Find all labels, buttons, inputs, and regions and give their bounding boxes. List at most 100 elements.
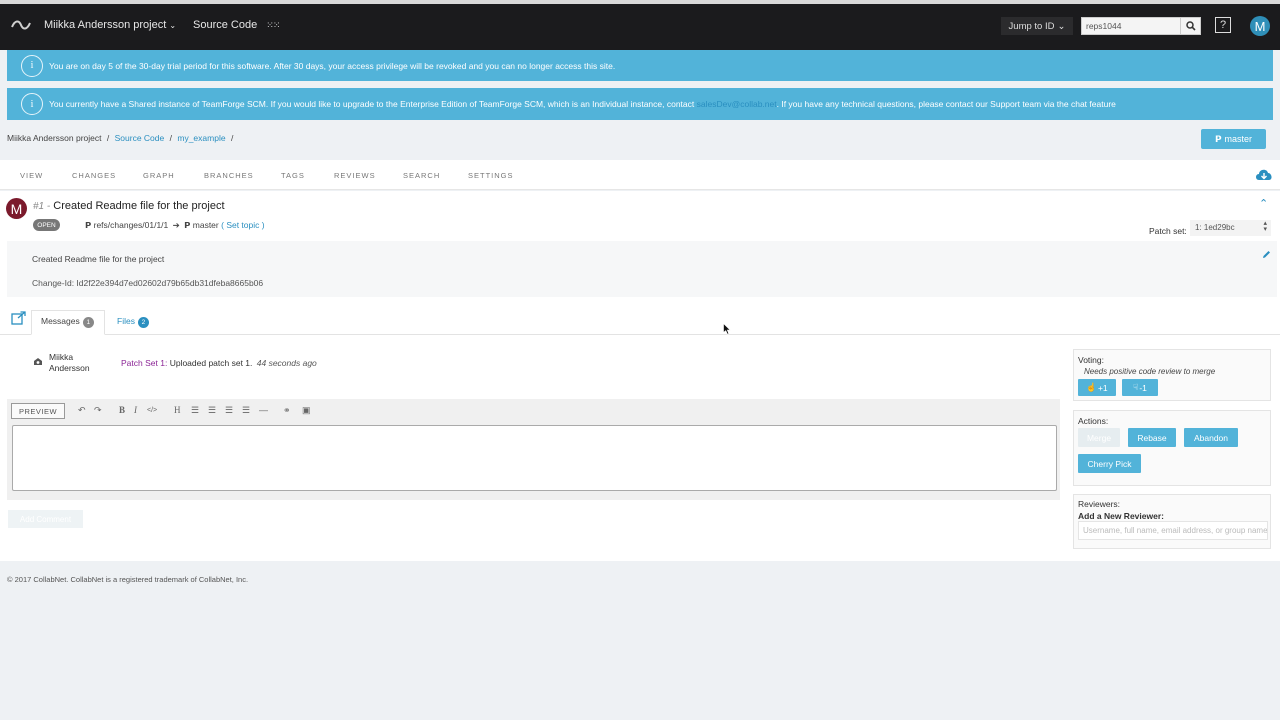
message-author: Miikka Andersson	[49, 352, 90, 374]
search-icon	[1185, 21, 1196, 31]
shared-banner-post: . If you have any technical questions, p…	[776, 99, 1116, 109]
bot-icon	[33, 357, 43, 368]
owner-avatar: M	[6, 198, 27, 219]
tab-messages-label: Messages	[41, 316, 80, 326]
user-initial: M	[1254, 18, 1266, 34]
tab-view[interactable]: VIEW	[20, 171, 43, 180]
search-button[interactable]	[1181, 17, 1201, 35]
heading-icon[interactable]: H	[174, 405, 181, 415]
branch-master-label: master	[1224, 134, 1253, 144]
help-button[interactable]: ?	[1215, 17, 1231, 33]
reviewer-input[interactable]: Username, full name, email address, or g…	[1078, 521, 1268, 540]
message-time: 44 seconds ago	[256, 358, 317, 368]
tab-settings[interactable]: SETTINGS	[468, 171, 514, 180]
link-icon[interactable]: ⚭	[283, 405, 291, 416]
change-ref-line: 𝗣 refs/changes/01/1/1 ➔ 𝗣 master ( Set t…	[85, 220, 265, 231]
merge-button[interactable]: Merge	[1078, 428, 1120, 447]
tab-graph[interactable]: GRAPH	[143, 171, 175, 180]
breadcrumb-repo[interactable]: my_example	[177, 133, 225, 143]
logo-icon[interactable]	[10, 18, 32, 34]
bold-icon[interactable]: B	[119, 405, 125, 415]
outdent-icon[interactable]: ☰	[225, 405, 233, 416]
undo-icon[interactable]: ↶	[78, 405, 86, 416]
change-ref: refs/changes/01/1/1	[93, 220, 169, 230]
subtabs-divider	[0, 334, 1280, 335]
vote-plus-one-button[interactable]: ☝ +1	[1078, 379, 1116, 396]
browser-strip	[0, 0, 1280, 4]
shared-instance-banner: i You currently have a Shared instance o…	[7, 88, 1273, 120]
messages-count-badge: 1	[82, 317, 94, 328]
commit-message-box	[7, 241, 1277, 297]
branch-icon: 𝗣	[184, 220, 191, 230]
edit-pencil-icon[interactable]	[1262, 250, 1271, 261]
breadcrumb: Miikka Andersson project / Source Code /…	[7, 133, 236, 143]
vote-minus-label: -1	[1139, 382, 1147, 393]
tab-reviews[interactable]: REVIEWS	[334, 171, 376, 180]
change-id: Change-Id: Id2f22e394d7ed02602d79b65db31…	[32, 278, 264, 288]
user-avatar[interactable]: M	[1250, 16, 1270, 36]
select-arrows-icon: ▴ ▾	[1263, 220, 1267, 233]
tab-changes[interactable]: CHANGES	[72, 171, 116, 180]
info-icon: i	[21, 93, 43, 115]
change-title: #1 - Created Readme file for the project	[33, 200, 225, 212]
breadcrumb-separator: /	[106, 133, 110, 143]
chevron-down-icon: ⌄	[1057, 20, 1066, 32]
mouse-cursor-icon	[723, 322, 732, 337]
voting-note: Needs positive code review to merge	[1084, 367, 1216, 376]
author-last-name: Andersson	[49, 363, 90, 373]
patch-set-link[interactable]: Patch Set 1:	[121, 358, 167, 368]
help-icon: ?	[1219, 19, 1227, 31]
tab-search[interactable]: SEARCH	[403, 171, 440, 180]
italic-icon[interactable]: I	[134, 405, 137, 415]
jump-to-id-input[interactable]: reps1044	[1081, 17, 1181, 35]
breadcrumb-project: Miikka Andersson project	[7, 133, 102, 143]
tab-files[interactable]: Files 2	[117, 316, 149, 328]
tab-files-label: Files	[117, 316, 135, 326]
branch-master-button[interactable]: 𝗣 master	[1201, 129, 1266, 149]
jump-to-id-label: Jump to ID	[1008, 20, 1055, 32]
breadcrumb-separator: /	[169, 133, 172, 143]
code-icon[interactable]: </>	[147, 407, 157, 414]
source-code-menu[interactable]: Source Code ⁙⁙	[193, 19, 280, 31]
breadcrumb-source-code[interactable]: Source Code	[115, 133, 165, 143]
open-external-icon[interactable]	[11, 311, 26, 327]
patch-set-select[interactable]: 1: 1ed29bc ▴ ▾	[1190, 220, 1271, 236]
collapse-icon[interactable]: ⌃	[1259, 197, 1268, 210]
indent-icon[interactable]: ☰	[242, 405, 250, 416]
rebase-button[interactable]: Rebase	[1128, 428, 1176, 447]
redo-icon[interactable]: ↷	[94, 405, 102, 416]
branch-icon: 𝗣	[85, 220, 92, 230]
download-icon[interactable]	[1254, 167, 1274, 185]
repo-tabs	[0, 160, 1280, 190]
author-first-name: Miikka	[49, 352, 74, 362]
image-icon[interactable]: ▣	[302, 405, 311, 416]
trial-banner-text: You are on day 5 of the 30-day trial per…	[49, 60, 616, 71]
abandon-button[interactable]: Abandon	[1184, 428, 1238, 447]
horizontal-rule-icon[interactable]: ―	[259, 405, 268, 415]
vote-plus-label: +1	[1097, 382, 1108, 393]
tab-branches[interactable]: BRANCHES	[204, 171, 254, 180]
project-menu[interactable]: Miikka Andersson project ⌄	[44, 19, 176, 31]
add-comment-button[interactable]: Add Comment	[8, 510, 83, 528]
files-count-badge: 2	[137, 317, 149, 328]
tab-tags[interactable]: TAGS	[281, 171, 305, 180]
patch-set-value: 1: 1ed29bc	[1195, 223, 1235, 232]
cherry-pick-button[interactable]: Cherry Pick	[1078, 454, 1141, 473]
bullet-list-icon[interactable]: ☰	[191, 405, 199, 416]
preview-button[interactable]: PREVIEW	[11, 403, 65, 419]
message-body: Patch Set 1: Uploaded patch set 1. 44 se…	[121, 358, 317, 368]
set-topic-link[interactable]: ( Set topic )	[221, 220, 264, 230]
chevron-down-icon: ⌄	[169, 21, 177, 30]
shared-banner-text: You currently have a Shared instance of …	[49, 99, 1116, 109]
numbered-list-icon[interactable]: ☰	[208, 405, 216, 416]
jump-to-id-button[interactable]: Jump to ID ⌄	[1001, 17, 1073, 35]
sales-email-link[interactable]: salesDev@collab.net	[697, 99, 777, 109]
trial-banner: i You are on day 5 of the 30-day trial p…	[7, 50, 1273, 81]
shared-banner-pre: You currently have a Shared instance of …	[49, 99, 695, 109]
thumbs-down-icon: ☟	[1133, 382, 1139, 392]
info-icon: i	[21, 54, 43, 77]
breadcrumb-separator: /	[230, 133, 234, 143]
comment-textarea[interactable]	[12, 425, 1057, 491]
apps-grid-icon: ⁙⁙	[266, 20, 280, 30]
vote-minus-one-button[interactable]: ☟ -1	[1122, 379, 1158, 396]
